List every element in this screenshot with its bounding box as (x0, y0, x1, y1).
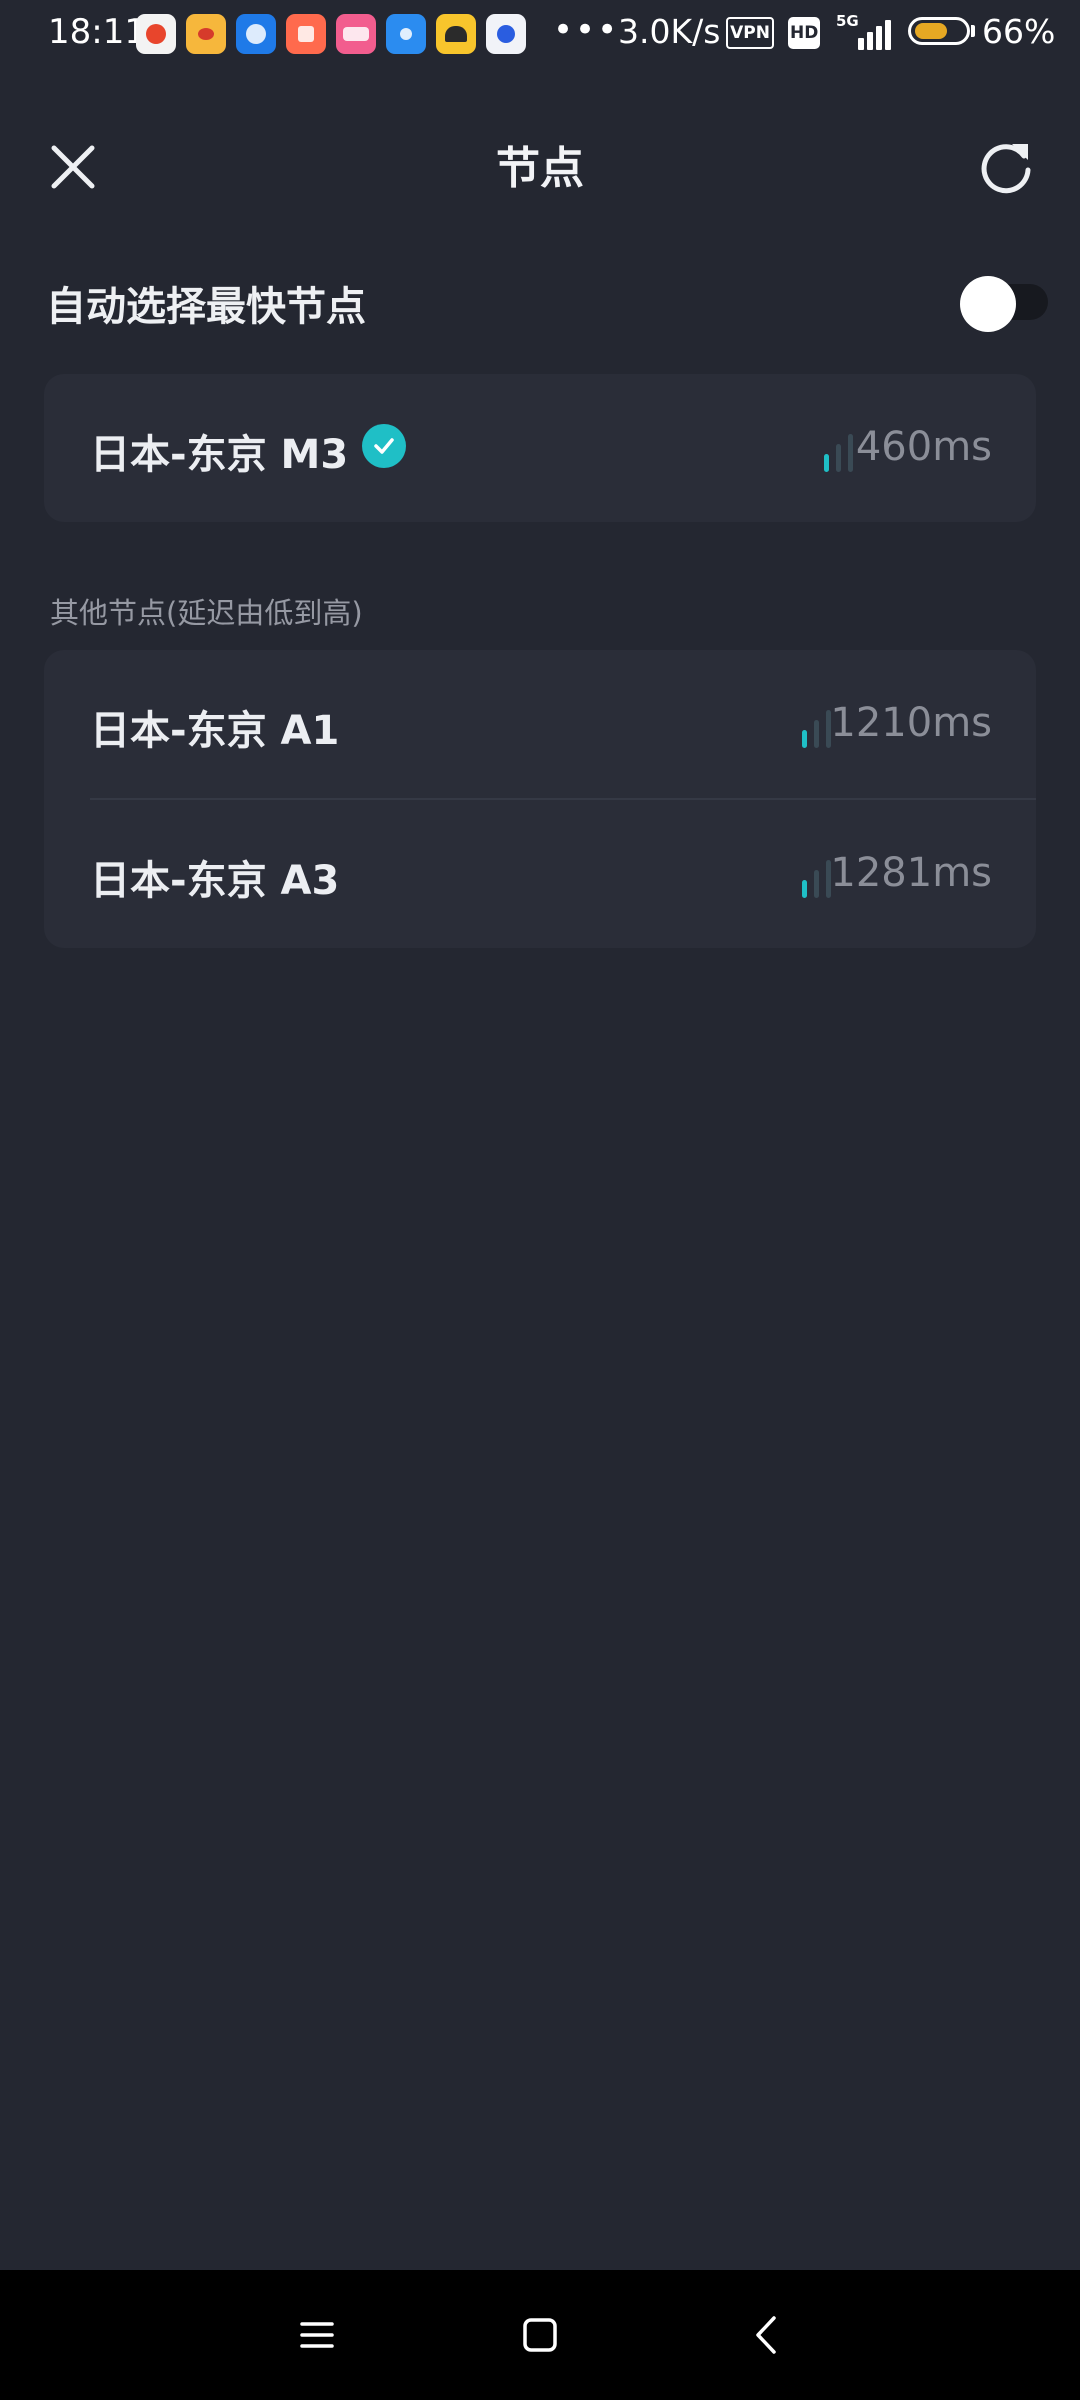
header: 节点 (0, 120, 1080, 204)
battery-icon (908, 17, 970, 45)
node-name: 日本-东京 A1 (90, 708, 340, 754)
bilibili-icon (336, 14, 376, 54)
node-name: 日本-东京 M3 (90, 432, 349, 478)
auto-select-label: 自动选择最快节点 (46, 284, 366, 330)
app-yellow-icon (436, 14, 476, 54)
taobao-icon (286, 14, 326, 54)
notification-icons (136, 14, 526, 54)
status-time: 18:11 (48, 12, 146, 52)
battery-tip (971, 25, 975, 37)
current-node-card[interactable]: 日本-东京 M3 460ms (44, 374, 1036, 522)
battery-percent: 66% (982, 12, 1056, 51)
pinduoduo-icon (136, 14, 176, 54)
more-notifications-indicator: ••• (553, 10, 620, 50)
back-icon (756, 2316, 776, 2354)
other-nodes-label: 其他节点(延迟由低到高) (50, 596, 363, 630)
baidu-icon (486, 14, 526, 54)
list-item[interactable]: 日本-东京 A1 1210ms (44, 650, 1036, 800)
node-latency: 460ms (855, 424, 992, 470)
home-icon (523, 2318, 557, 2352)
list-item[interactable]: 日本-东京 A3 1281ms (44, 800, 1036, 948)
cell-signal-icon (834, 14, 894, 50)
current-node-row[interactable]: 日本-东京 M3 460ms (44, 374, 1036, 522)
back-button[interactable] (742, 2310, 792, 2360)
auto-select-row: 自动选择最快节点 (46, 262, 1048, 342)
selected-check-icon (362, 424, 406, 468)
hotspot-icon (386, 14, 426, 54)
status-bar: 18:11 ••• 3.0K/s VPN HD 5G 66% (0, 0, 1080, 66)
other-nodes-card: 日本-东京 A1 1210ms 日本-东京 A3 1281ms (44, 650, 1036, 948)
weibo-icon (186, 14, 226, 54)
refresh-icon (981, 144, 1031, 194)
navigation-bar (0, 2270, 1080, 2400)
home-button[interactable] (515, 2310, 565, 2360)
vpn-badge: VPN (726, 17, 774, 49)
screen: 18:11 ••• 3.0K/s VPN HD 5G 66% 节点 自动选择最快… (0, 0, 1080, 2400)
refresh-button[interactable] (974, 134, 1038, 198)
menu-button[interactable] (292, 2310, 342, 2360)
hd-badge: HD (788, 17, 820, 49)
network-speed: 3.0K/s (618, 12, 721, 51)
toggle-knob (960, 276, 1016, 332)
qq-icon (236, 14, 276, 54)
auto-select-toggle[interactable] (960, 276, 1050, 332)
node-name: 日本-东京 A3 (90, 858, 340, 904)
page-title: 节点 (496, 143, 584, 194)
menu-icon (300, 2322, 334, 2348)
node-latency: 1281ms (830, 850, 992, 896)
node-latency: 1210ms (830, 700, 992, 746)
